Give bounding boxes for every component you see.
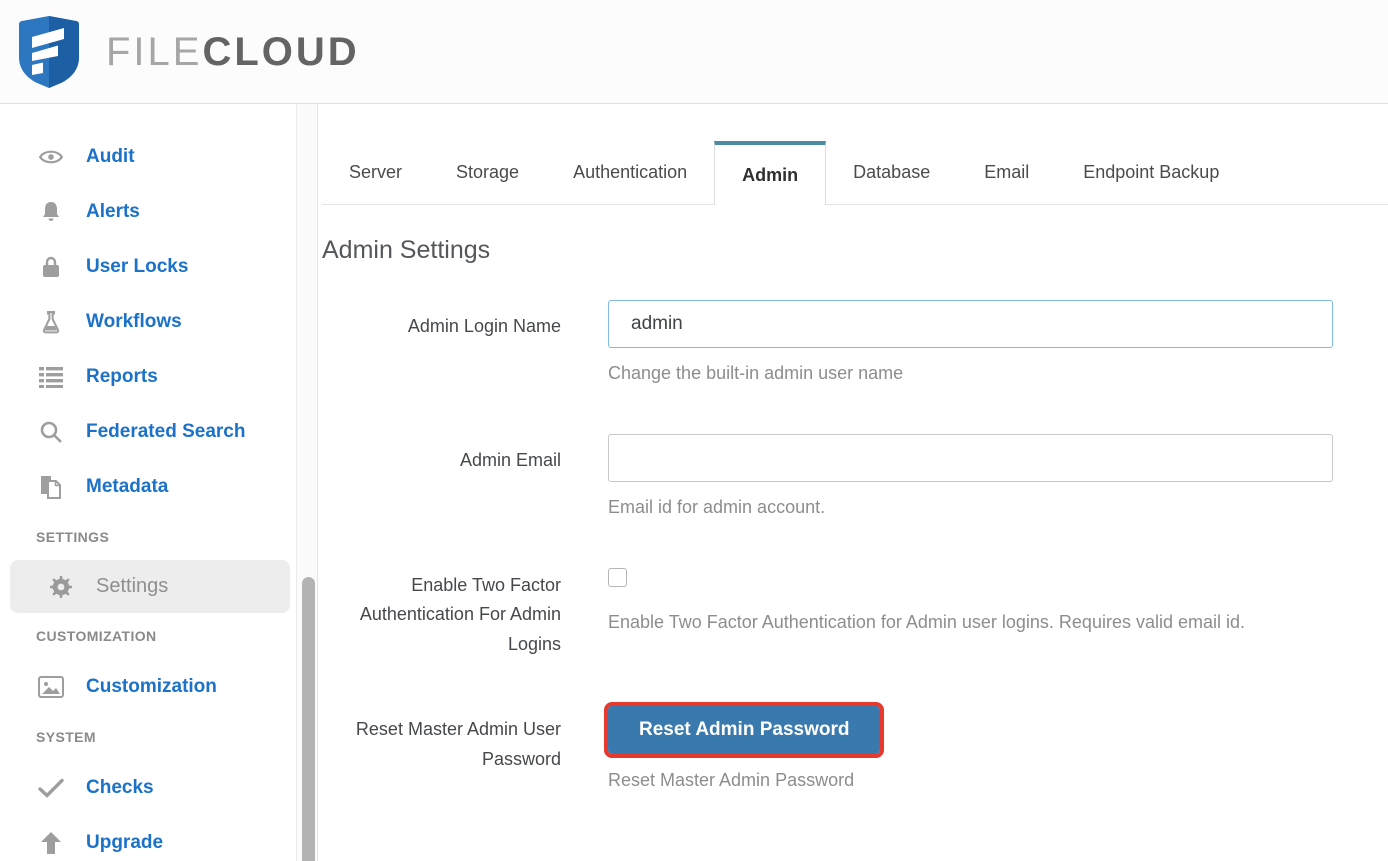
admin-email-row: Admin Email Email id for admin account. xyxy=(322,433,1388,522)
page-title: Admin Settings xyxy=(322,236,491,264)
sidebar-item-customization[interactable]: Customization xyxy=(0,659,296,714)
tab-admin[interactable]: Admin xyxy=(714,141,827,205)
tab-authentication[interactable]: Authentication xyxy=(546,141,714,204)
sidebar-item-label: Audit xyxy=(86,145,135,167)
sidebar-item-workflows[interactable]: Workflows xyxy=(0,294,296,349)
eye-icon xyxy=(38,144,64,170)
gear-icon xyxy=(48,574,74,600)
sidebar-item-label: User Locks xyxy=(86,255,189,277)
lock-icon xyxy=(38,254,64,280)
sidebar-item-label: Upgrade xyxy=(86,831,164,853)
filecloud-wordmark: FILECLOUD xyxy=(106,32,360,72)
bell-icon xyxy=(38,199,64,225)
admin-login-name-row: Admin Login Name Change the built-in adm… xyxy=(322,300,1388,388)
sidebar-item-checks[interactable]: Checks xyxy=(0,760,296,815)
list-icon xyxy=(38,364,64,390)
admin-login-name-input[interactable] xyxy=(608,300,1333,348)
sidebar-item-label: Metadata xyxy=(86,475,169,497)
pages-icon xyxy=(38,474,64,500)
admin-login-name-label: Admin Login Name xyxy=(407,316,561,336)
sidebar-item-label: Reports xyxy=(86,365,158,387)
admin-email-help: Email id for admin account. xyxy=(608,496,826,517)
search-icon xyxy=(38,419,64,445)
sidebar-item-label: Federated Search xyxy=(86,420,246,442)
sidebar-item-label: Settings xyxy=(96,575,169,597)
sidebar-item-federated-search[interactable]: Federated Search xyxy=(0,404,296,459)
tab-server[interactable]: Server xyxy=(322,141,429,204)
sidebar-item-label: Workflows xyxy=(86,310,182,332)
tab-endpoint-backup[interactable]: Endpoint Backup xyxy=(1056,141,1246,204)
main-content: Server Storage Authentication Admin Data… xyxy=(296,104,1388,861)
sidebar-item-audit[interactable]: Audit xyxy=(0,129,296,184)
sidebar-item-label: Customization xyxy=(86,675,217,697)
wordmark-cloud: CLOUD xyxy=(202,29,360,74)
two-factor-checkbox[interactable] xyxy=(608,567,627,587)
filecloud-logo-icon xyxy=(19,15,79,88)
reset-password-label: Reset Master Admin User Password xyxy=(355,718,561,769)
reset-password-row: Reset Master Admin User Password Reset A… xyxy=(322,701,1388,795)
admin-email-label: Admin Email xyxy=(459,449,561,470)
reset-admin-password-button[interactable]: Reset Admin Password xyxy=(603,701,885,758)
sidebar-item-label: Alerts xyxy=(86,200,140,222)
tab-storage[interactable]: Storage xyxy=(429,141,546,204)
sidebar-item-metadata[interactable]: Metadata xyxy=(0,459,296,514)
sidebar-item-upgrade[interactable]: Upgrade xyxy=(0,815,296,861)
two-factor-row: Enable Two Factor Authentication For Adm… xyxy=(322,567,1388,660)
sidebar-section-system: SYSTEM xyxy=(36,729,96,745)
tab-email[interactable]: Email xyxy=(957,141,1056,204)
sidebar-scrollbar-track[interactable] xyxy=(296,104,318,861)
two-factor-label: Enable Two Factor Authentication For Adm… xyxy=(359,574,561,655)
flask-icon xyxy=(38,309,64,335)
image-icon xyxy=(38,674,64,700)
sidebar-item-user-locks[interactable]: User Locks xyxy=(0,239,296,294)
check-icon xyxy=(38,775,64,801)
admin-login-name-help: Change the built-in admin user name xyxy=(608,363,904,383)
sidebar-item-label: Checks xyxy=(86,776,154,798)
sidebar-item-settings[interactable]: Settings xyxy=(10,560,290,613)
sidebar-item-alerts[interactable]: Alerts xyxy=(0,184,296,239)
sidebar-scrollbar-thumb[interactable] xyxy=(302,577,315,861)
arrow-up-icon xyxy=(38,830,64,856)
sidebar-section-customization: CUSTOMIZATION xyxy=(36,628,157,644)
admin-email-input[interactable] xyxy=(608,433,1333,482)
reset-password-help: Reset Master Admin Password xyxy=(608,769,855,790)
settings-tabbar: Server Storage Authentication Admin Data… xyxy=(322,141,1388,205)
app-header: FILECLOUD xyxy=(0,0,1388,104)
sidebar-item-reports[interactable]: Reports xyxy=(0,349,296,404)
tab-database[interactable]: Database xyxy=(826,141,957,204)
wordmark-file: FILE xyxy=(106,29,203,74)
two-factor-help: Enable Two Factor Authentication for Adm… xyxy=(608,611,1246,632)
sidebar-nav: Audit Alerts User Locks Workflows Report xyxy=(0,104,296,861)
sidebar-section-settings: SETTINGS xyxy=(36,529,110,545)
